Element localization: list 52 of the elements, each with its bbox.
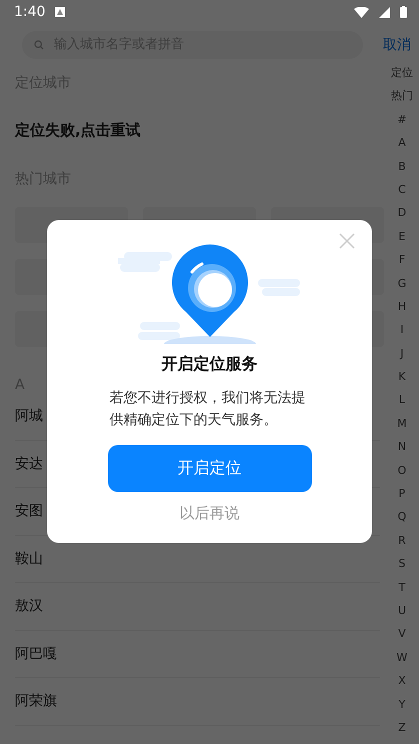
enable-location-button[interactable]: 开启定位: [108, 445, 312, 492]
city-tile[interactable]: [15, 311, 47, 347]
index-letter[interactable]: E: [398, 224, 406, 248]
index-letter[interactable]: 定位: [391, 61, 413, 84]
city-item[interactable]: 鞍山: [15, 550, 43, 568]
index-letter[interactable]: O: [398, 458, 406, 482]
index-letter[interactable]: M: [397, 412, 407, 436]
index-letter[interactable]: X: [398, 669, 406, 693]
index-letter[interactable]: Z: [398, 716, 406, 740]
city-item[interactable]: 敖汉: [15, 597, 43, 616]
index-letter[interactable]: A: [398, 131, 406, 155]
index-letter[interactable]: G: [398, 272, 406, 295]
index-letter[interactable]: #: [397, 108, 407, 132]
index-letter[interactable]: L: [398, 388, 406, 412]
index-letter[interactable]: Q: [398, 505, 406, 529]
close-icon: [338, 232, 356, 250]
index-letter[interactable]: Y: [398, 692, 406, 716]
city-tile[interactable]: [15, 259, 47, 295]
later-button[interactable]: 以后再说: [180, 504, 240, 523]
cancel-button[interactable]: 取消: [383, 36, 411, 54]
index-letter[interactable]: B: [398, 154, 406, 178]
city-item[interactable]: 阿巴嘎: [15, 644, 57, 663]
search-icon: [34, 40, 44, 50]
city-item[interactable]: 阿城: [15, 407, 43, 426]
dialog-title: 开启定位服务: [162, 354, 258, 375]
index-letter[interactable]: N: [398, 435, 406, 459]
status-time: 1:40: [14, 4, 46, 20]
index-letter[interactable]: T: [398, 576, 406, 599]
index-letter[interactable]: U: [398, 598, 406, 622]
index-letter[interactable]: 热门: [391, 84, 413, 108]
index-letter[interactable]: I: [400, 318, 404, 342]
index-letter[interactable]: C: [398, 178, 406, 202]
index-letter[interactable]: F: [398, 248, 406, 272]
index-letter[interactable]: D: [398, 201, 406, 225]
retry-location-button[interactable]: 定位失败,点击重试: [15, 105, 141, 155]
index-letter[interactable]: H: [398, 294, 406, 318]
signal-icon: [379, 6, 390, 18]
close-button[interactable]: [338, 232, 356, 250]
index-letter[interactable]: P: [398, 482, 406, 506]
index-letter[interactable]: V: [398, 622, 406, 646]
index-letter[interactable]: S: [398, 552, 406, 576]
index-letter[interactable]: K: [398, 365, 406, 388]
index-letter[interactable]: J: [400, 342, 404, 366]
city-item[interactable]: 安达: [15, 454, 43, 473]
index-letter[interactable]: W: [396, 646, 408, 670]
battery-icon: [400, 6, 407, 18]
wifi-icon: [354, 6, 369, 18]
city-item[interactable]: 阿荣旗: [15, 692, 57, 710]
index-letter[interactable]: R: [398, 528, 406, 552]
dialog-message: 若您不进行授权，我们将无法提供精确定位下的天气服务。: [110, 389, 306, 430]
city-item[interactable]: 安图: [15, 502, 43, 520]
notification-icon: [55, 7, 66, 17]
